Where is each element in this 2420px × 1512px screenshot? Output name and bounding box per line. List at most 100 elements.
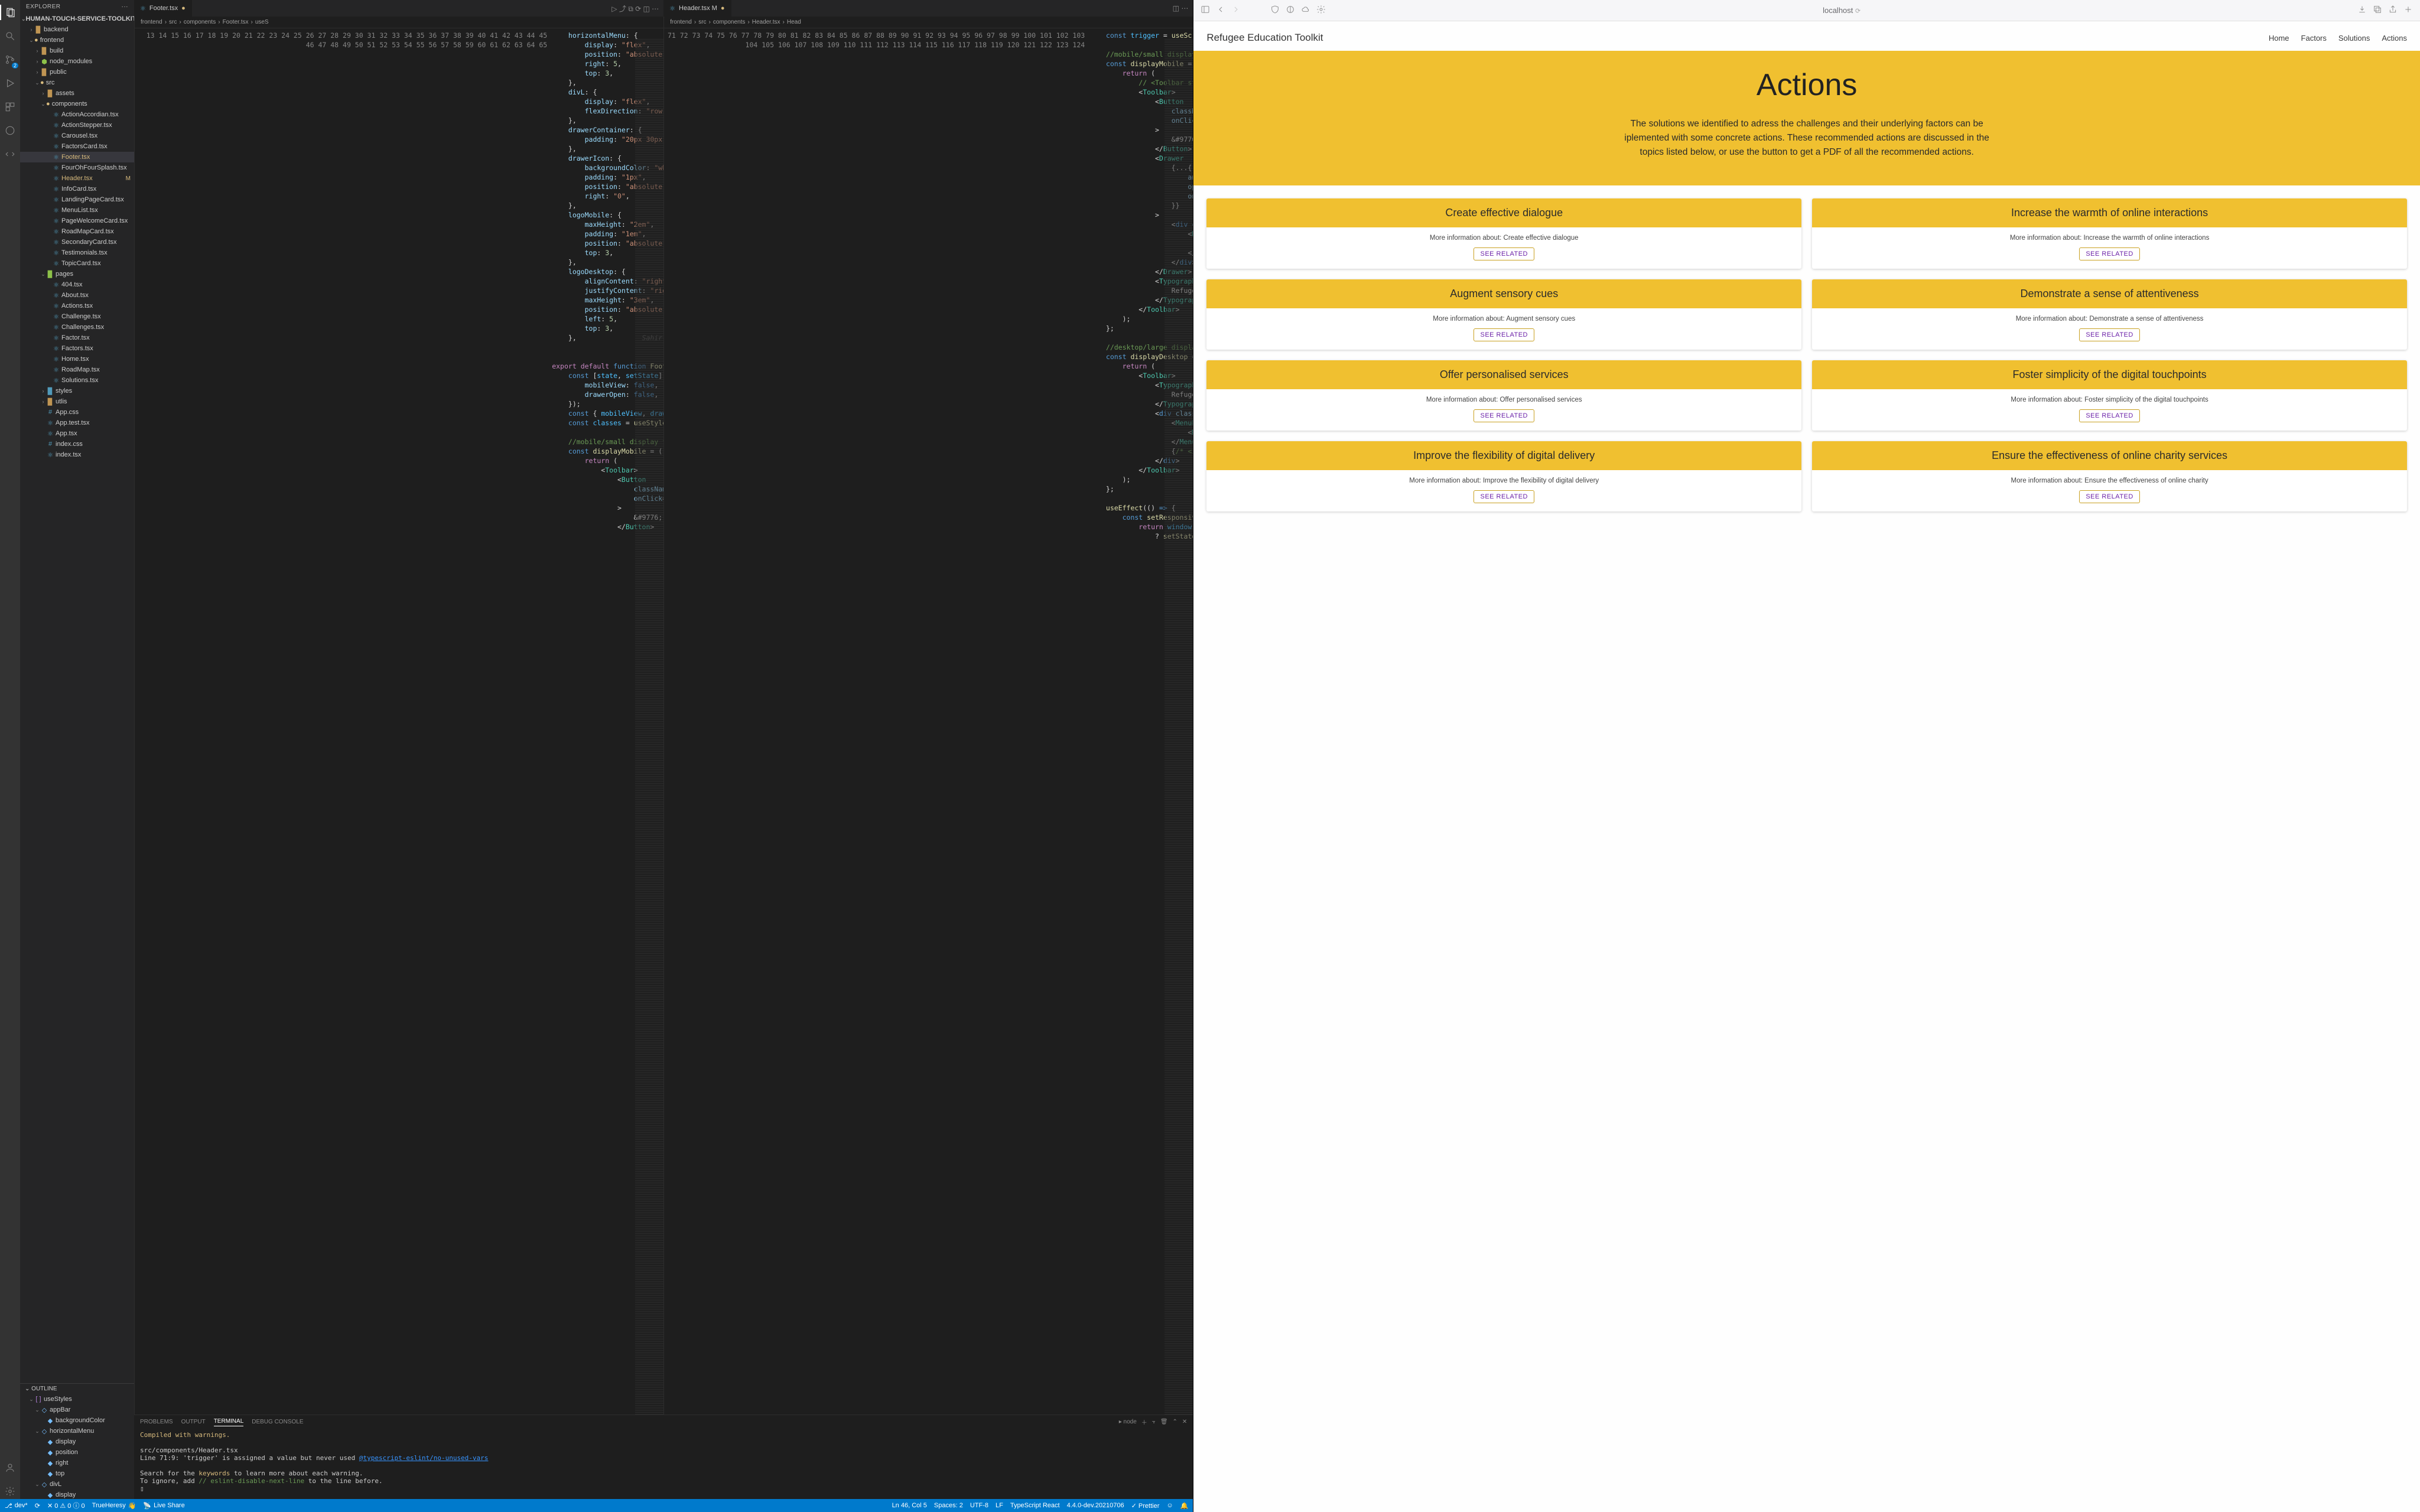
see-related-button[interactable]: SEE RELATED	[2079, 490, 2140, 503]
scm-icon[interactable]: 2	[0, 52, 20, 67]
tree-item[interactable]: ⚛InfoCard.tsx	[20, 184, 134, 194]
see-related-button[interactable]: SEE RELATED	[1474, 490, 1534, 503]
term-tab[interactable]: PROBLEMS	[140, 1419, 173, 1425]
tree-item[interactable]: ⌄◇divL	[20, 1479, 134, 1490]
term-max-icon[interactable]: ⌃	[1173, 1419, 1178, 1425]
tree-item[interactable]: #index.css	[20, 439, 134, 449]
see-related-button[interactable]: SEE RELATED	[1474, 409, 1534, 422]
breadcrumb-right[interactable]: frontend › src › components › Header.tsx…	[664, 17, 1193, 28]
project-root[interactable]: ⌄HUMAN-TOUCH-SERVICE-TOOLKIT	[20, 14, 134, 24]
tree-item[interactable]: ◆position	[20, 1447, 134, 1458]
tree-item[interactable]: ⚛Factors.tsx	[20, 343, 134, 354]
see-related-button[interactable]: SEE RELATED	[2079, 328, 2140, 341]
status-sync[interactable]: ⟳	[35, 1502, 40, 1510]
editor-actions[interactable]: ▷ ⤴ ⧉ ⟳ ◫ ⋯	[607, 0, 663, 17]
breadcrumb-left[interactable]: frontend › src › components › Footer.tsx…	[135, 17, 663, 28]
tree-item[interactable]: ›⬢node_modules	[20, 56, 134, 67]
see-related-button[interactable]: SEE RELATED	[2079, 247, 2140, 260]
sidebar-toggle-icon[interactable]	[1201, 5, 1210, 16]
tree-item[interactable]: ⚛About.tsx	[20, 290, 134, 301]
brand[interactable]: Refugee Education Toolkit	[1206, 32, 1323, 44]
tree-item[interactable]: ⚛RoadMapCard.tsx	[20, 226, 134, 237]
status-lang[interactable]: TypeScript React	[1010, 1502, 1060, 1510]
tree-item[interactable]: ⚛Challenges.tsx	[20, 322, 134, 333]
outline-tree[interactable]: ⌄[ ]useStyles⌄◇appBar◆backgroundColor⌄◇h…	[20, 1394, 134, 1512]
half-icon[interactable]	[1286, 5, 1295, 16]
download-icon[interactable]	[2357, 5, 2367, 16]
back-icon[interactable]	[1216, 5, 1225, 16]
tree-item[interactable]: ⌄● src	[20, 77, 134, 88]
github-icon[interactable]	[0, 123, 20, 138]
term-shell[interactable]: ▸ node	[1119, 1419, 1137, 1425]
tree-item[interactable]: ⚛index.tsx	[20, 449, 134, 460]
search-icon[interactable]	[0, 28, 20, 44]
url-bar[interactable]: localhost ⟳	[1332, 6, 2351, 15]
tree-item[interactable]: ⚛LandingPageCard.tsx	[20, 194, 134, 205]
status-bell[interactable]: 🔔	[1180, 1502, 1189, 1510]
status-version[interactable]: 4.4.0-dev.20210706	[1067, 1502, 1124, 1510]
tree-item[interactable]: ⚛Home.tsx	[20, 354, 134, 364]
tree-item[interactable]: ◆top	[20, 1468, 134, 1479]
status-errors[interactable]: ✕ 0 ⚠ 0 ⓘ 0	[47, 1501, 85, 1510]
tree-item[interactable]: ⚛Factor.tsx	[20, 333, 134, 343]
status-user[interactable]: TrueHeresy 👋	[92, 1502, 136, 1510]
settings-icon[interactable]	[1316, 5, 1326, 16]
minimap[interactable]	[635, 39, 663, 1415]
term-add-icon[interactable]: ＋	[1141, 1418, 1147, 1426]
tree-item[interactable]: ›▉backend	[20, 24, 134, 35]
shield-icon[interactable]	[1270, 5, 1280, 16]
see-related-button[interactable]: SEE RELATED	[2079, 409, 2140, 422]
tree-item[interactable]: ›▉public	[20, 67, 134, 77]
tree-item[interactable]: ⚛TopicCard.tsx	[20, 258, 134, 269]
see-related-button[interactable]: SEE RELATED	[1474, 328, 1534, 341]
gear-icon[interactable]	[0, 1484, 20, 1499]
status-position[interactable]: Ln 46, Col 5	[892, 1502, 927, 1510]
tree-item[interactable]: ⚛Header.tsxM	[20, 173, 134, 184]
tree-item[interactable]: ◆right	[20, 1458, 134, 1468]
tree-item[interactable]: ⌄[ ]useStyles	[20, 1394, 134, 1405]
debug-icon[interactable]	[0, 76, 20, 91]
minimap[interactable]	[1165, 39, 1193, 1415]
status-eol[interactable]: LF	[996, 1502, 1003, 1510]
status-spaces[interactable]: Spaces: 2	[934, 1502, 963, 1510]
tree-item[interactable]: ⚛Actions.tsx	[20, 301, 134, 311]
tree-item[interactable]: ⚛App.test.tsx	[20, 418, 134, 428]
tree-item[interactable]: ⌄● components	[20, 99, 134, 109]
see-related-button[interactable]: SEE RELATED	[1474, 247, 1534, 260]
term-close-icon[interactable]: ✕	[1182, 1419, 1187, 1425]
tree-item[interactable]: ⚛RoadMap.tsx	[20, 364, 134, 375]
tree-item[interactable]: ⚛FactorsCard.tsx	[20, 141, 134, 152]
more-icon[interactable]: ···	[122, 4, 129, 10]
status-branch[interactable]: ⎇ dev*	[5, 1502, 28, 1510]
cloud-icon[interactable]	[1301, 5, 1310, 16]
editor-actions-2[interactable]: ◫ ⋯	[1168, 0, 1193, 17]
term-tab[interactable]: DEBUG CONSOLE	[252, 1419, 303, 1425]
remote-icon[interactable]	[0, 146, 20, 162]
status-prettier[interactable]: ✓ Prettier	[1131, 1502, 1160, 1510]
tree-item[interactable]: ›▉assets	[20, 88, 134, 99]
term-tab[interactable]: OUTPUT	[181, 1419, 206, 1425]
status-liveshare[interactable]: 📡 Live Share	[143, 1502, 184, 1510]
tree-item[interactable]: ⌄◇horizontalMenu	[20, 1426, 134, 1436]
tree-item[interactable]: #App.css	[20, 407, 134, 418]
copy-icon[interactable]	[2373, 5, 2382, 16]
tree-item[interactable]: ›▉utlis	[20, 396, 134, 407]
tree-item[interactable]: ◆display	[20, 1436, 134, 1447]
tree-item[interactable]: ⌄◇appBar	[20, 1405, 134, 1415]
extensions-icon[interactable]	[0, 99, 20, 115]
tree-item[interactable]: ›▉build	[20, 45, 134, 56]
newtab-icon[interactable]	[2403, 5, 2413, 16]
tree-item[interactable]: ⚛ActionAccordian.tsx	[20, 109, 134, 120]
account-icon[interactable]	[0, 1460, 20, 1475]
nav-link[interactable]: Factors	[2301, 34, 2327, 43]
webpage[interactable]: Refugee Education Toolkit HomeFactorsSol…	[1193, 21, 2420, 1512]
tree-item[interactable]: ⚛MenuList.tsx	[20, 205, 134, 216]
status-encoding[interactable]: UTF-8	[970, 1502, 988, 1510]
tree-item[interactable]: ⚛Solutions.tsx	[20, 375, 134, 386]
tree-item[interactable]: ⚛App.tsx	[20, 428, 134, 439]
tree-item[interactable]: ⚛FourOhFourSplash.tsx	[20, 162, 134, 173]
term-tab-terminal[interactable]: TERMINAL	[214, 1418, 244, 1426]
tree-item[interactable]: ◆backgroundColor	[20, 1415, 134, 1426]
tree-item[interactable]: ⚛Carousel.tsx	[20, 131, 134, 141]
file-tree[interactable]: ›▉backend⌄● frontend›▉build›⬢node_module…	[20, 24, 134, 1383]
